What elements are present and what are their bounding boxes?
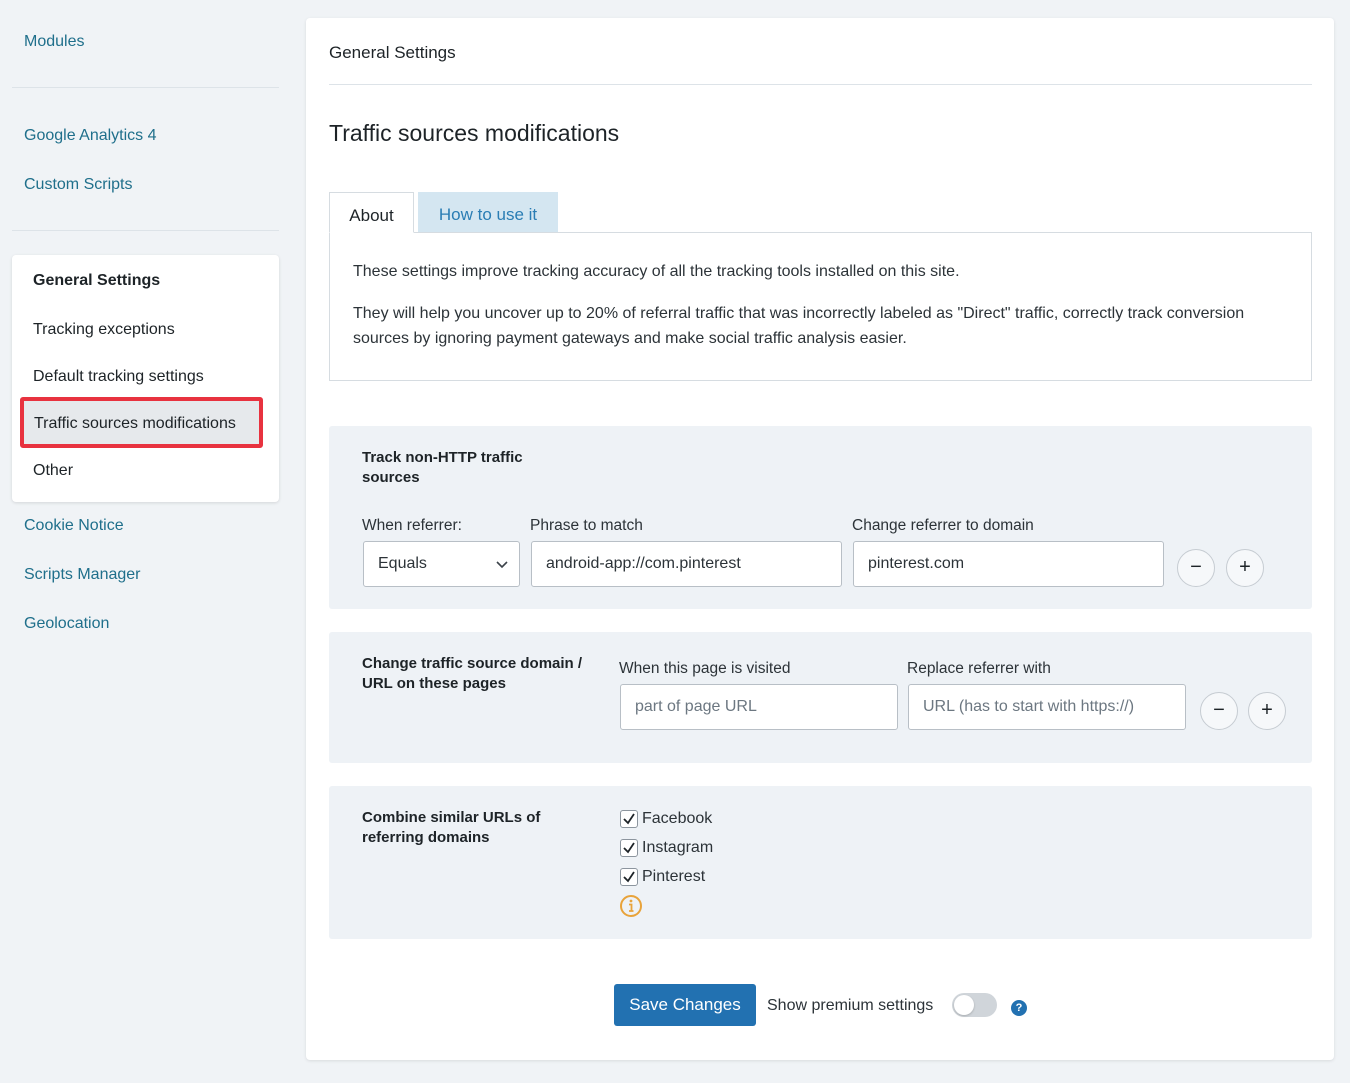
replace-referrer-input[interactable]: URL (has to start with https://) [908,684,1186,730]
card-label: Change traffic source domain / URL on th… [362,655,583,692]
change-referrer-label: Change referrer to domain [852,517,1034,534]
remove-row-button[interactable]: − [1177,549,1215,587]
tab-about[interactable]: About [329,192,414,233]
non-http-traffic-card: Track non-HTTP traffic sources When refe… [329,426,1312,609]
sidebar-link-modules[interactable]: Modules [24,33,84,51]
toggle-knob [954,995,974,1015]
header-divider [329,84,1312,85]
remove-row-button[interactable]: − [1200,692,1238,730]
about-panel: These settings improve tracking accuracy… [329,232,1312,381]
checkbox[interactable] [620,810,638,828]
when-referrer-label: When referrer: [362,517,462,534]
change-domain-card: Change traffic source domain / URL on th… [329,632,1312,763]
add-row-button[interactable]: + [1226,549,1264,587]
premium-settings-toggle[interactable] [952,993,997,1017]
main-panel: General Settings Traffic sources modific… [306,18,1334,1060]
sidebar-item-traffic-sources-modifications[interactable]: Traffic sources modifications [20,397,263,448]
sidebar: Modules Google Analytics 4 Custom Script… [0,0,290,1083]
sidebar-link-custom-scripts[interactable]: Custom Scripts [24,176,132,194]
add-row-button[interactable]: + [1248,692,1286,730]
sidebar-divider [12,230,279,231]
check-icon [623,842,635,854]
card-label: Track non-HTTP traffic sources [362,449,523,486]
replace-referrer-label: Replace referrer with [907,660,1051,677]
save-changes-button[interactable]: Save Changes [614,984,756,1026]
sidebar-item-default-tracking-settings[interactable]: Default tracking settings [33,368,204,386]
sidebar-link-google-analytics-4[interactable]: Google Analytics 4 [24,127,157,145]
panel-header: General Settings [329,43,456,62]
about-text: These settings improve tracking accuracy… [353,263,960,280]
change-referrer-input[interactable]: pinterest.com [853,541,1164,587]
info-circle-icon[interactable] [619,894,643,918]
check-icon [623,813,635,825]
page-visited-label: When this page is visited [619,660,791,677]
help-icon[interactable]: ? [1011,1000,1027,1016]
sidebar-item-label: Traffic sources modifications [34,415,236,432]
chevron-down-icon [496,561,508,569]
page-title: Traffic sources modifications [329,120,620,146]
checkbox-label: Instagram [642,839,714,856]
checkbox[interactable] [620,868,638,886]
checkbox[interactable] [620,839,638,857]
tab-how-to-use-it[interactable]: How to use it [418,192,558,233]
show-premium-settings-label: Show premium settings [767,997,934,1014]
phrase-to-match-label: Phrase to match [530,517,643,534]
check-icon [623,871,635,883]
sidebar-divider [12,87,279,88]
checkbox-label: Pinterest [642,868,706,885]
sidebar-item-general-settings[interactable]: General Settings [33,272,160,290]
sidebar-link-scripts-manager[interactable]: Scripts Manager [24,566,141,584]
sidebar-item-tracking-exceptions[interactable]: Tracking exceptions [33,321,175,339]
select-value: Equals [378,555,427,572]
sidebar-submenu: General Settings Tracking exceptions Def… [12,255,279,502]
page-url-input[interactable]: part of page URL [620,684,898,730]
when-referrer-select[interactable]: Equals [363,541,520,587]
sidebar-link-geolocation[interactable]: Geolocation [24,615,109,633]
combine-urls-card: Combine similar URLs of referring domain… [329,786,1312,939]
checkbox-label: Facebook [642,810,713,827]
sidebar-item-other[interactable]: Other [33,462,73,480]
about-text: They will help you uncover up to 20% of … [353,305,1245,347]
sidebar-link-cookie-notice[interactable]: Cookie Notice [24,517,124,535]
card-label: Combine similar URLs of referring domain… [362,809,541,846]
phrase-to-match-input[interactable]: android-app://com.pinterest [531,541,842,587]
